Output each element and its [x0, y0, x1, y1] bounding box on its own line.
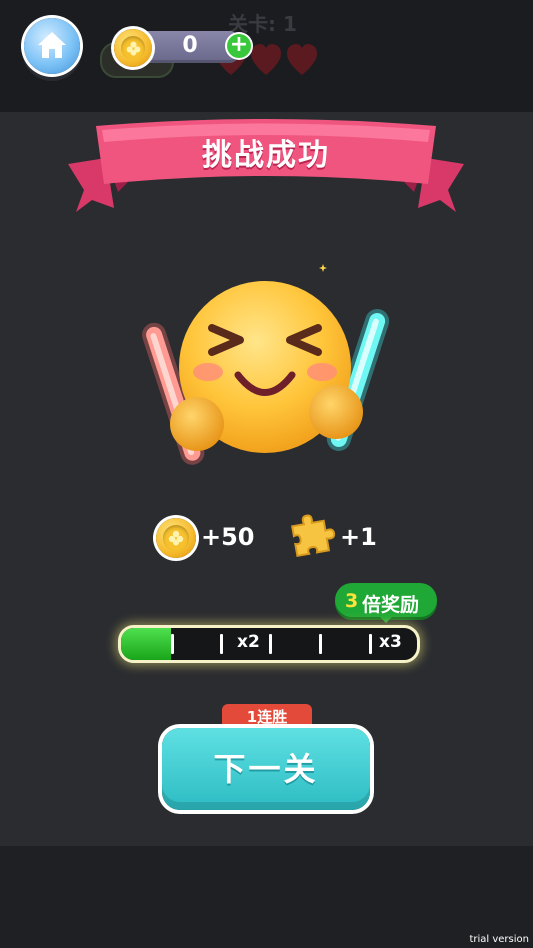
trial-watermark: trial version: [469, 934, 529, 945]
reward-coin-icon: [156, 518, 196, 558]
next-level-label[interactable]: 下一关: [162, 744, 370, 790]
mark-x2-label: x2: [237, 632, 260, 652]
home-icon: [38, 32, 66, 58]
home-button[interactable]: [24, 18, 80, 74]
progress-tick: [220, 634, 223, 654]
coin-icon: [114, 29, 152, 67]
progress-tick: [171, 634, 174, 654]
bottom-area: [0, 846, 533, 948]
reward-pieces-value: +1: [340, 523, 377, 551]
result-title: 挑战成功: [202, 138, 330, 173]
multiplier-number: 3: [345, 590, 359, 612]
multiplier-progress-bar: x2 x3: [118, 625, 420, 663]
reward-coins-value: +50: [201, 523, 255, 551]
progress-fill: [121, 628, 172, 660]
streak-label: 1连胜: [246, 708, 288, 726]
progress-tick: [369, 634, 372, 654]
multiplier-text: 倍奖励: [362, 594, 420, 616]
mark-x3-label: x3: [379, 632, 402, 652]
celebrating-emoji-icon: [142, 264, 390, 465]
puzzle-piece-icon: [291, 514, 336, 558]
progress-tick: [269, 634, 272, 654]
add-coins-button[interactable]: +: [227, 34, 251, 58]
progress-tick: [319, 634, 322, 654]
coin-count: 0: [182, 33, 198, 58]
